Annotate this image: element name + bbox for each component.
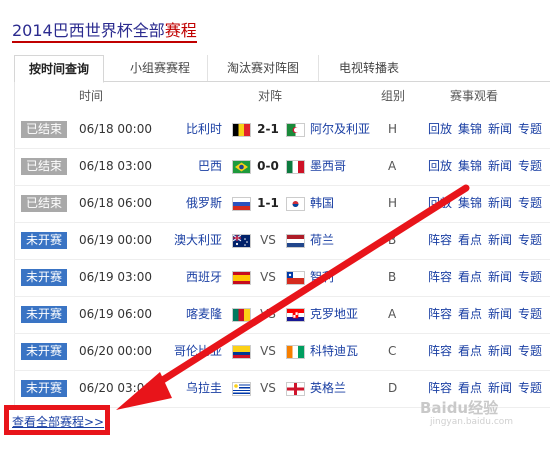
red-arrow-annotation: [116, 184, 470, 410]
view-all-schedule-link[interactable]: 查看全部赛程>>: [12, 414, 104, 430]
